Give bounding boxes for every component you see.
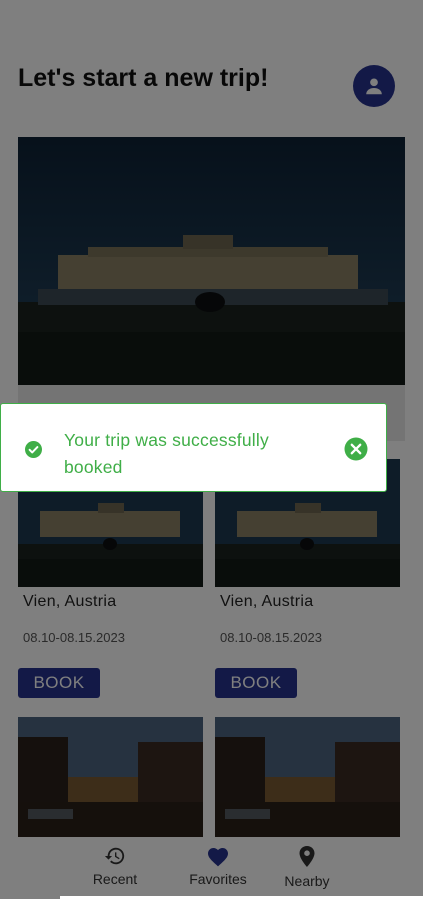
close-circle-icon[interactable] [344, 437, 368, 466]
success-toast: Your trip was successfully booked [0, 403, 387, 492]
trip-page: Let's start a new trip! [0, 0, 423, 899]
check-circle-icon [25, 441, 42, 463]
toast-message: Your trip was successfully booked [64, 430, 269, 477]
